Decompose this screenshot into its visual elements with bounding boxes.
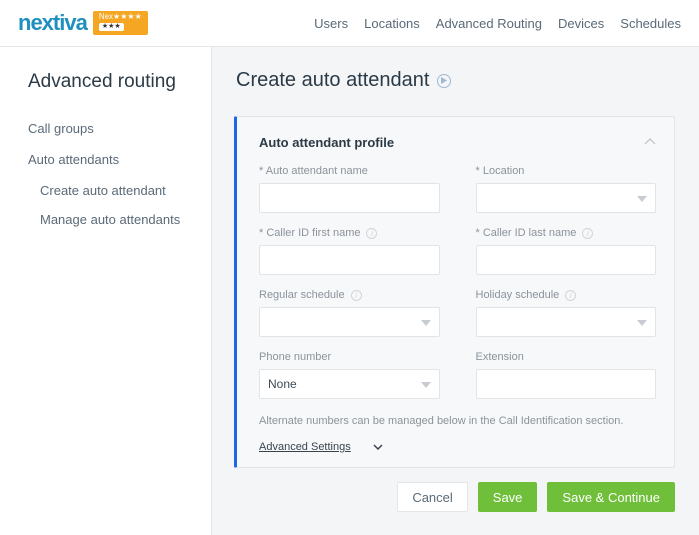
field-phone: Phone number None: [259, 351, 440, 399]
label-cid-last: * Caller ID last name i: [476, 227, 657, 239]
page-title-text: Create auto attendant: [236, 69, 429, 92]
select-location[interactable]: [476, 183, 657, 213]
label-location: * Location: [476, 165, 657, 177]
field-aa-name: * Auto attendant name: [259, 165, 440, 213]
select-phone[interactable]: None: [259, 369, 440, 399]
collapse-icon[interactable]: [644, 133, 656, 151]
play-icon[interactable]: [437, 74, 451, 88]
input-aa-name[interactable]: [259, 183, 440, 213]
nav-devices[interactable]: Devices: [558, 16, 604, 31]
nav-locations[interactable]: Locations: [364, 16, 420, 31]
info-icon[interactable]: i: [366, 228, 377, 239]
label-phone: Phone number: [259, 351, 440, 363]
field-cid-first: * Caller ID first name i: [259, 227, 440, 275]
chevron-down-icon: [637, 191, 647, 205]
label-extension: Extension: [476, 351, 657, 363]
logo: nextiva Nex★★★★ ★★★: [18, 10, 148, 36]
chevron-down-icon: [637, 315, 647, 329]
label-holiday-schedule: Holiday schedule i: [476, 289, 657, 301]
sidebar-item-call-groups[interactable]: Call groups: [28, 121, 191, 136]
field-extension: Extension: [476, 351, 657, 399]
save-continue-button[interactable]: Save & Continue: [547, 482, 675, 512]
label-aa-name: * Auto attendant name: [259, 165, 440, 177]
chevron-down-icon: [421, 377, 431, 391]
nav-schedules[interactable]: Schedules: [620, 16, 681, 31]
select-phone-value: None: [268, 377, 297, 391]
shell: Advanced routing Call groups Auto attend…: [0, 47, 699, 535]
cancel-button[interactable]: Cancel: [397, 482, 467, 512]
field-holiday-schedule: Holiday schedule i: [476, 289, 657, 337]
info-icon[interactable]: i: [582, 228, 593, 239]
logo-badge: Nex★★★★ ★★★: [93, 11, 148, 34]
panel-head: Auto attendant profile: [259, 133, 656, 151]
sidebar-title: Advanced routing: [28, 71, 191, 93]
sidebar-item-manage-aa[interactable]: Manage auto attendants: [40, 212, 191, 227]
profile-panel: Auto attendant profile * Auto attendant …: [234, 116, 675, 468]
save-button[interactable]: Save: [478, 482, 538, 512]
main: Create auto attendant Auto attendant pro…: [212, 47, 699, 535]
label-cid-first: * Caller ID first name i: [259, 227, 440, 239]
nav-users[interactable]: Users: [314, 16, 348, 31]
top-bar: nextiva Nex★★★★ ★★★ Users Locations Adva…: [0, 0, 699, 47]
field-location: * Location: [476, 165, 657, 213]
panel-title: Auto attendant profile: [259, 135, 394, 150]
nav-advanced-routing[interactable]: Advanced Routing: [436, 16, 542, 31]
info-icon[interactable]: i: [565, 290, 576, 301]
action-bar: Cancel Save Save & Continue: [234, 482, 675, 512]
sidebar: Advanced routing Call groups Auto attend…: [0, 47, 212, 535]
field-regular-schedule: Regular schedule i: [259, 289, 440, 337]
page-title: Create auto attendant: [236, 69, 675, 92]
primary-nav: Users Locations Advanced Routing Devices…: [314, 16, 681, 31]
advanced-settings-label: Advanced Settings: [259, 441, 351, 453]
chevron-down-icon: [373, 441, 383, 453]
fields-grid: * Auto attendant name * Location *: [259, 165, 656, 399]
sidebar-item-auto-attendants[interactable]: Auto attendants: [28, 152, 191, 167]
select-regular-schedule[interactable]: [259, 307, 440, 337]
info-icon[interactable]: i: [351, 290, 362, 301]
field-cid-last: * Caller ID last name i: [476, 227, 657, 275]
input-cid-first[interactable]: [259, 245, 440, 275]
input-cid-last[interactable]: [476, 245, 657, 275]
chevron-down-icon: [421, 315, 431, 329]
logo-word: nextiva: [18, 10, 87, 36]
select-holiday-schedule[interactable]: [476, 307, 657, 337]
alt-numbers-note: Alternate numbers can be managed below i…: [259, 415, 656, 427]
input-extension[interactable]: [476, 369, 657, 399]
sidebar-sub: Create auto attendant Manage auto attend…: [40, 183, 191, 227]
label-regular-schedule: Regular schedule i: [259, 289, 440, 301]
sidebar-item-create-aa[interactable]: Create auto attendant: [40, 183, 191, 198]
advanced-settings-toggle[interactable]: Advanced Settings: [259, 441, 383, 453]
